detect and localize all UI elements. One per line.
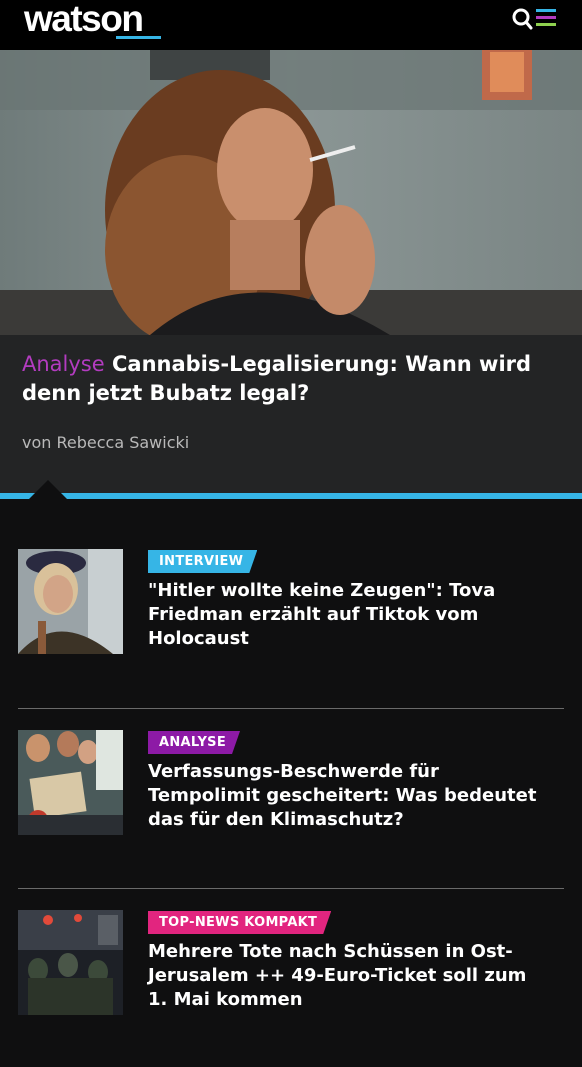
- article-thumbnail[interactable]: [18, 549, 123, 654]
- top-bar: watson: [0, 0, 582, 50]
- hero-author: von Rebecca Sawicki: [22, 433, 190, 452]
- article-separator: [18, 888, 564, 889]
- hero-kicker: Analyse: [22, 352, 105, 376]
- section-divider: [0, 493, 582, 499]
- article-category-tag[interactable]: TOP-NEWS KOMPAKT: [148, 911, 331, 934]
- article-separator: [18, 708, 564, 709]
- logo-underline: [116, 36, 161, 39]
- article-item[interactable]: INTERVIEW "Hitler wollte keine Zeugen": …: [0, 549, 582, 689]
- article-thumbnail[interactable]: [18, 910, 123, 1015]
- police-night-scene: [18, 910, 123, 1015]
- elderly-woman-portrait: [18, 549, 123, 654]
- hero-headline[interactable]: Analyse Cannabis-Legalisierung: Wann wir…: [22, 350, 562, 408]
- article-thumbnail[interactable]: [18, 730, 123, 835]
- hero-image[interactable]: [0, 50, 582, 335]
- search-menu-button[interactable]: [512, 6, 560, 32]
- article-title[interactable]: Mehrere Tote nach Schüssen in Ost-Jerusa…: [148, 940, 548, 1012]
- article-title[interactable]: "Hitler wollte keine Zeugen": Tova Fried…: [148, 579, 548, 651]
- watson-logo[interactable]: watson: [24, 0, 144, 40]
- article-title[interactable]: Verfassungs-Beschwerde für Tempolimit ge…: [148, 760, 548, 832]
- article-category-tag[interactable]: INTERVIEW: [148, 550, 257, 573]
- divider-notch: [29, 480, 67, 499]
- article-item[interactable]: ANALYSE Verfassungs-Beschwerde für Tempo…: [0, 730, 582, 870]
- article-category-tag[interactable]: ANALYSE: [148, 731, 240, 754]
- woman-smoking-photo: [0, 50, 582, 335]
- article-item[interactable]: TOP-NEWS KOMPAKT Mehrere Tote nach Schüs…: [0, 910, 582, 1050]
- climate-protest-photo: [18, 730, 123, 835]
- search-menu-icon: [512, 8, 556, 30]
